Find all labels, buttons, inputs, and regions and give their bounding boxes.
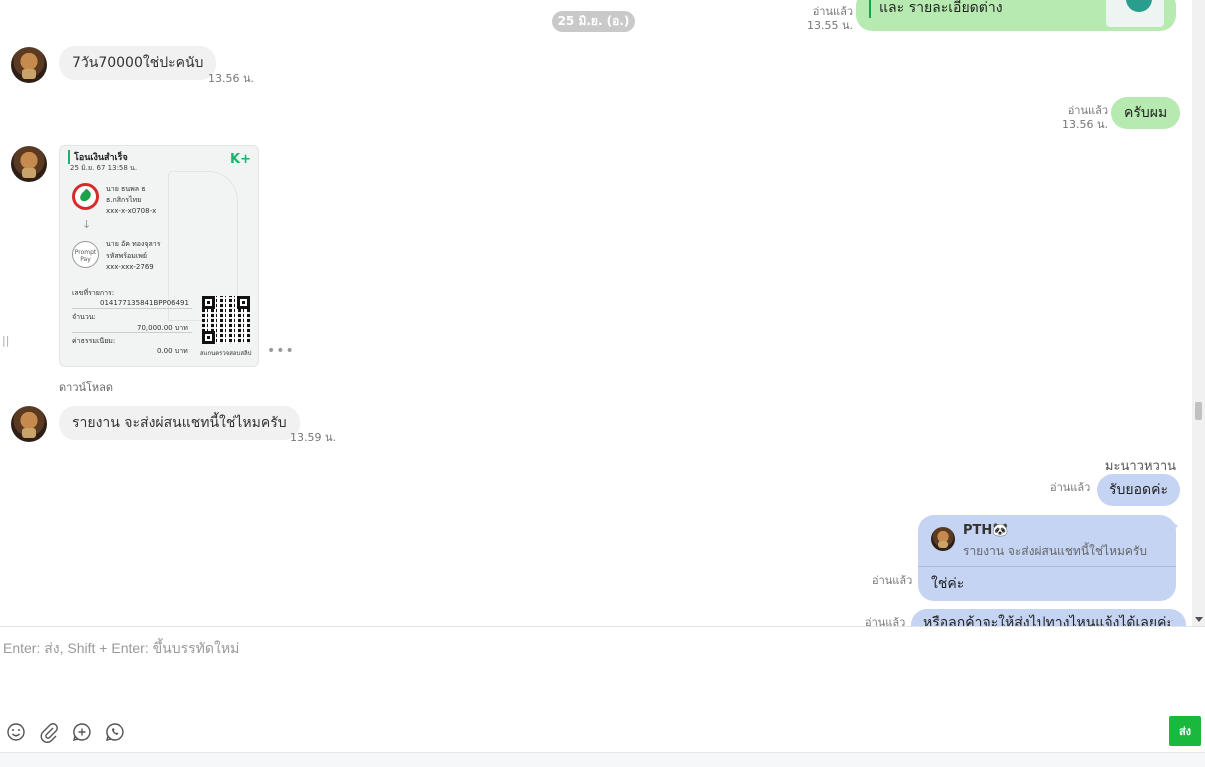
message-text: ครับผม <box>1124 105 1168 121</box>
message-time: 13.59 น. <box>290 431 337 444</box>
message-text: รายงาน จะส่งผ่สนแชทนี้ใช่ไหมครับ <box>72 415 287 431</box>
amount-label: จำนวน: <box>72 313 96 321</box>
qr-caption: สแกนตรวจสอบสลิป <box>200 350 252 357</box>
scroll-down-arrow[interactable] <box>1195 617 1203 622</box>
kplus-logo: K+ <box>230 152 251 167</box>
paperclip-icon[interactable] <box>38 721 60 743</box>
outgoing-message[interactable]: หรือลูกค้าจะให้ส่งไปทางไหนแจ้งได้เลยค่ะ <box>911 609 1186 626</box>
more-options-icon[interactable]: ••• <box>267 343 295 359</box>
resize-handle[interactable]: || <box>2 334 9 347</box>
kbank-logo-icon <box>72 183 99 210</box>
sender-account: xxx-x-x0708-x <box>106 207 157 215</box>
smiley-icon[interactable] <box>5 721 27 743</box>
reply-message[interactable]: PTH🐼 รายงาน จะส่งผ่สนแชทนี้ใช่ไหมครับ ใช… <box>918 515 1176 601</box>
read-receipt: อ่านแล้ว <box>1050 481 1091 494</box>
whatsapp-icon[interactable] <box>104 721 126 743</box>
scrollbar-thumb[interactable] <box>1195 402 1202 420</box>
product-thumbnail[interactable] <box>1106 0 1164 27</box>
promptpay-logo-icon: Prompt Pay <box>72 241 99 268</box>
read-receipt: อ่านแล้ว 13.55 น. <box>807 5 854 32</box>
chat-scrollbar[interactable] <box>1192 0 1205 626</box>
divider <box>72 308 192 309</box>
avatar[interactable] <box>11 47 47 83</box>
outgoing-message[interactable]: รับยอดค่ะ <box>1097 474 1180 506</box>
message-input[interactable] <box>3 638 1153 718</box>
incoming-message[interactable]: 7วัน70000ใช่ปะคนับ <box>59 46 217 80</box>
read-receipt: อ่านแล้ว <box>872 574 913 587</box>
read-receipt: อ่านแล้ว 13.56 น. <box>1062 104 1109 131</box>
outgoing-message[interactable]: และ รายละเอียดต่าง <box>856 0 1176 31</box>
message-text: 7วัน70000ใช่ปะคนับ <box>72 55 204 71</box>
qr-code <box>202 296 250 344</box>
incoming-message[interactable]: รายงาน จะส่งผ่สนแชทนี้ใช่ไหมครับ <box>59 406 300 440</box>
message-text: ใช่ค่ะ <box>931 576 965 592</box>
avatar[interactable] <box>11 406 47 442</box>
avatar[interactable] <box>11 146 47 182</box>
message-text: และ รายละเอียดต่าง <box>869 0 1003 18</box>
sender-bank: ธ.กสิกรไทย <box>106 196 142 204</box>
recipient-account: xxx-xxx-2769 <box>106 263 154 271</box>
fee-label: ค่าธรรมเนียม: <box>72 337 116 345</box>
fee-value: 0.00 บาท <box>157 347 188 355</box>
quoted-text: รายงาน จะส่งผ่สนแชทนี้ใช่ไหมครับ <box>963 544 1147 558</box>
bubble-tail <box>1170 619 1178 626</box>
quoted-message[interactable]: PTH🐼 รายงาน จะส่งผ่สนแชทนี้ใช่ไหมครับ <box>918 515 1176 567</box>
bubble-tail <box>1170 107 1178 119</box>
arrow-down-icon: ↓ <box>82 218 92 231</box>
add-circle-icon[interactable] <box>71 721 93 743</box>
avatar <box>931 527 955 551</box>
read-receipt: อ่านแล้ว <box>865 616 906 626</box>
chat-history[interactable]: อ่านแล้ว 13.55 น. และ รายละเอียดต่าง 25 … <box>0 0 1192 626</box>
bubble-tail <box>1170 484 1178 496</box>
divider <box>72 332 192 333</box>
send-button[interactable]: ส่ง <box>1169 716 1201 746</box>
reference-label: เลขที่รายการ: <box>72 289 115 297</box>
date-separator: 25 มิ.ย. (อ.) <box>552 11 635 32</box>
agent-name: มะนาวหวาน <box>1104 459 1176 474</box>
bubble-tail <box>1170 520 1178 532</box>
download-link[interactable]: ดาวน์โหลด <box>59 378 113 396</box>
reference-value: 014177135841BPP06491 <box>100 299 189 307</box>
bottom-bar <box>0 752 1205 767</box>
sender-name: นาย ธนพล ธ <box>106 185 146 193</box>
slip-date: 25 มิ.ย. 67 13:58 น. <box>70 164 138 172</box>
message-time: 13.56 น. <box>208 72 255 85</box>
message-composer: ส่ง <box>0 626 1205 767</box>
message-text: รับยอดค่ะ <box>1109 482 1168 498</box>
message-text: หรือลูกค้าจะให้ส่งไปทางไหนแจ้งได้เลยค่ะ <box>923 615 1174 626</box>
payment-slip-image[interactable]: โอนเงินสำเร็จ 25 มิ.ย. 67 13:58 น. K+ นา… <box>59 145 259 367</box>
slip-title: โอนเงินสำเร็จ <box>68 150 128 164</box>
recipient-name: นาย อัค ทองจุลาร <box>106 240 161 248</box>
quoted-sender: PTH🐼 <box>963 523 1009 538</box>
recipient-type: รหัสพร้อมเพย์ <box>106 252 147 260</box>
